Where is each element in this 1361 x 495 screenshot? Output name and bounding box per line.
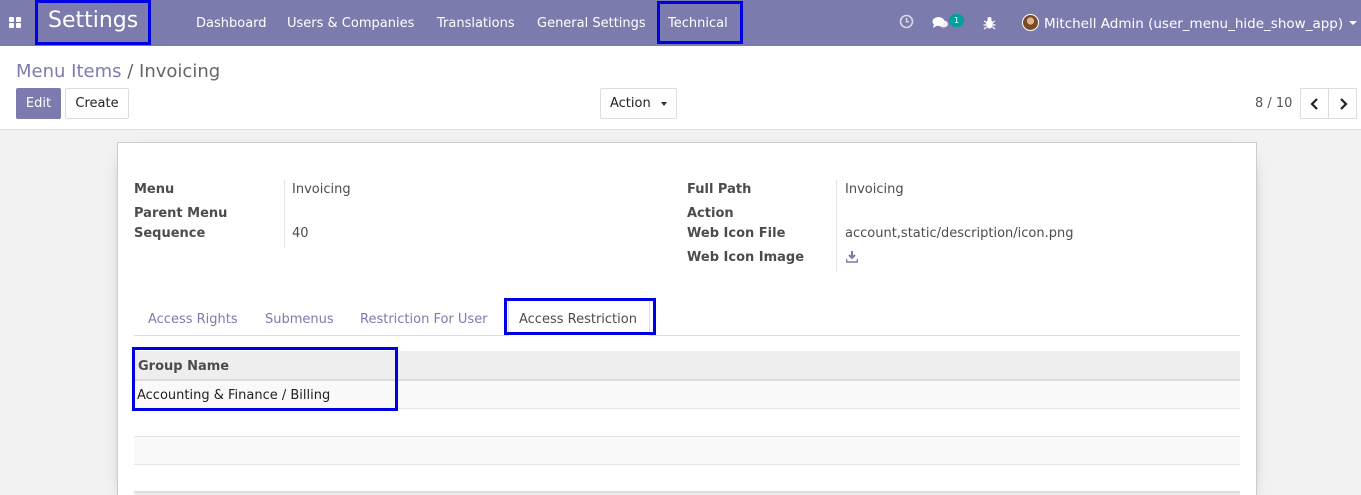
nav-item-dashboard[interactable]: Dashboard (196, 16, 267, 31)
create-button[interactable]: Create (65, 88, 129, 119)
avatar[interactable] (1022, 14, 1039, 31)
breadcrumb-menu-items[interactable]: Menu Items (16, 61, 122, 82)
action-label: Action (687, 206, 734, 221)
chevron-left-icon (1310, 98, 1318, 110)
table-footer (134, 491, 1240, 495)
highlight-box-technical (657, 1, 743, 44)
table-row (134, 437, 1240, 465)
control-panel: Menu Items / Invoicing Edit Create Actio… (0, 46, 1361, 130)
table-row (134, 409, 1240, 437)
form-sheet: Menu Invoicing Parent Menu Sequence 40 F… (117, 142, 1257, 495)
pager-value[interactable]: 8 / 10 (1255, 96, 1292, 111)
chevron-down-icon[interactable] (1349, 21, 1357, 25)
pager-next-button[interactable] (1328, 88, 1357, 119)
sequence-label: Sequence (134, 226, 206, 241)
edit-button[interactable]: Edit (16, 88, 61, 119)
parent-menu-label: Parent Menu (134, 206, 228, 221)
notebook-tabs: Access Rights Submenus Restriction For U… (134, 300, 1240, 337)
menu-label: Menu (134, 182, 175, 197)
web-icon-image-label: Web Icon Image (687, 250, 805, 265)
nav-item-users-companies[interactable]: Users & Companies (287, 16, 414, 31)
highlight-box-group-name (132, 347, 398, 411)
bug-icon[interactable] (983, 16, 996, 30)
left-group-divider (284, 180, 285, 248)
breadcrumb: Menu Items / Invoicing (16, 61, 220, 82)
web-icon-file-label: Web Icon File (687, 226, 786, 241)
highlight-box-brand (35, 0, 151, 45)
caret-down-icon (661, 102, 667, 106)
menu-value: Invoicing (292, 182, 351, 197)
messages-count-badge: 1 (949, 14, 964, 27)
table-row (134, 465, 1240, 493)
full-path-label: Full Path (687, 182, 752, 197)
tab-access-rights[interactable]: Access Rights (148, 312, 238, 327)
clock-icon[interactable] (899, 14, 914, 29)
main-navbar: Settings Dashboard Users & Companies Tra… (0, 0, 1361, 46)
apps-grid-icon[interactable] (9, 17, 22, 29)
right-group-divider (836, 180, 837, 272)
chevron-right-icon (1340, 98, 1348, 110)
user-menu[interactable]: Mitchell Admin (user_menu_hide_show_app) (1044, 16, 1343, 32)
tab-restriction-for-user[interactable]: Restriction For User (360, 312, 488, 327)
action-dropdown-label: Action (610, 96, 651, 111)
chat-icon[interactable] (932, 16, 949, 30)
highlight-box-access-restriction-tab (504, 298, 656, 335)
tab-submenus[interactable]: Submenus (265, 312, 334, 327)
download-icon[interactable] (846, 251, 858, 263)
full-path-value: Invoicing (845, 182, 904, 197)
action-dropdown[interactable]: Action (600, 88, 677, 119)
nav-item-translations[interactable]: Translations (437, 16, 515, 31)
sequence-value: 40 (292, 226, 309, 241)
breadcrumb-separator: / (127, 61, 134, 82)
nav-item-general-settings[interactable]: General Settings (537, 16, 646, 31)
breadcrumb-current: Invoicing (139, 61, 221, 82)
pager-previous-button[interactable] (1300, 88, 1329, 119)
web-icon-file-value: account,static/description/icon.png (845, 226, 1074, 241)
